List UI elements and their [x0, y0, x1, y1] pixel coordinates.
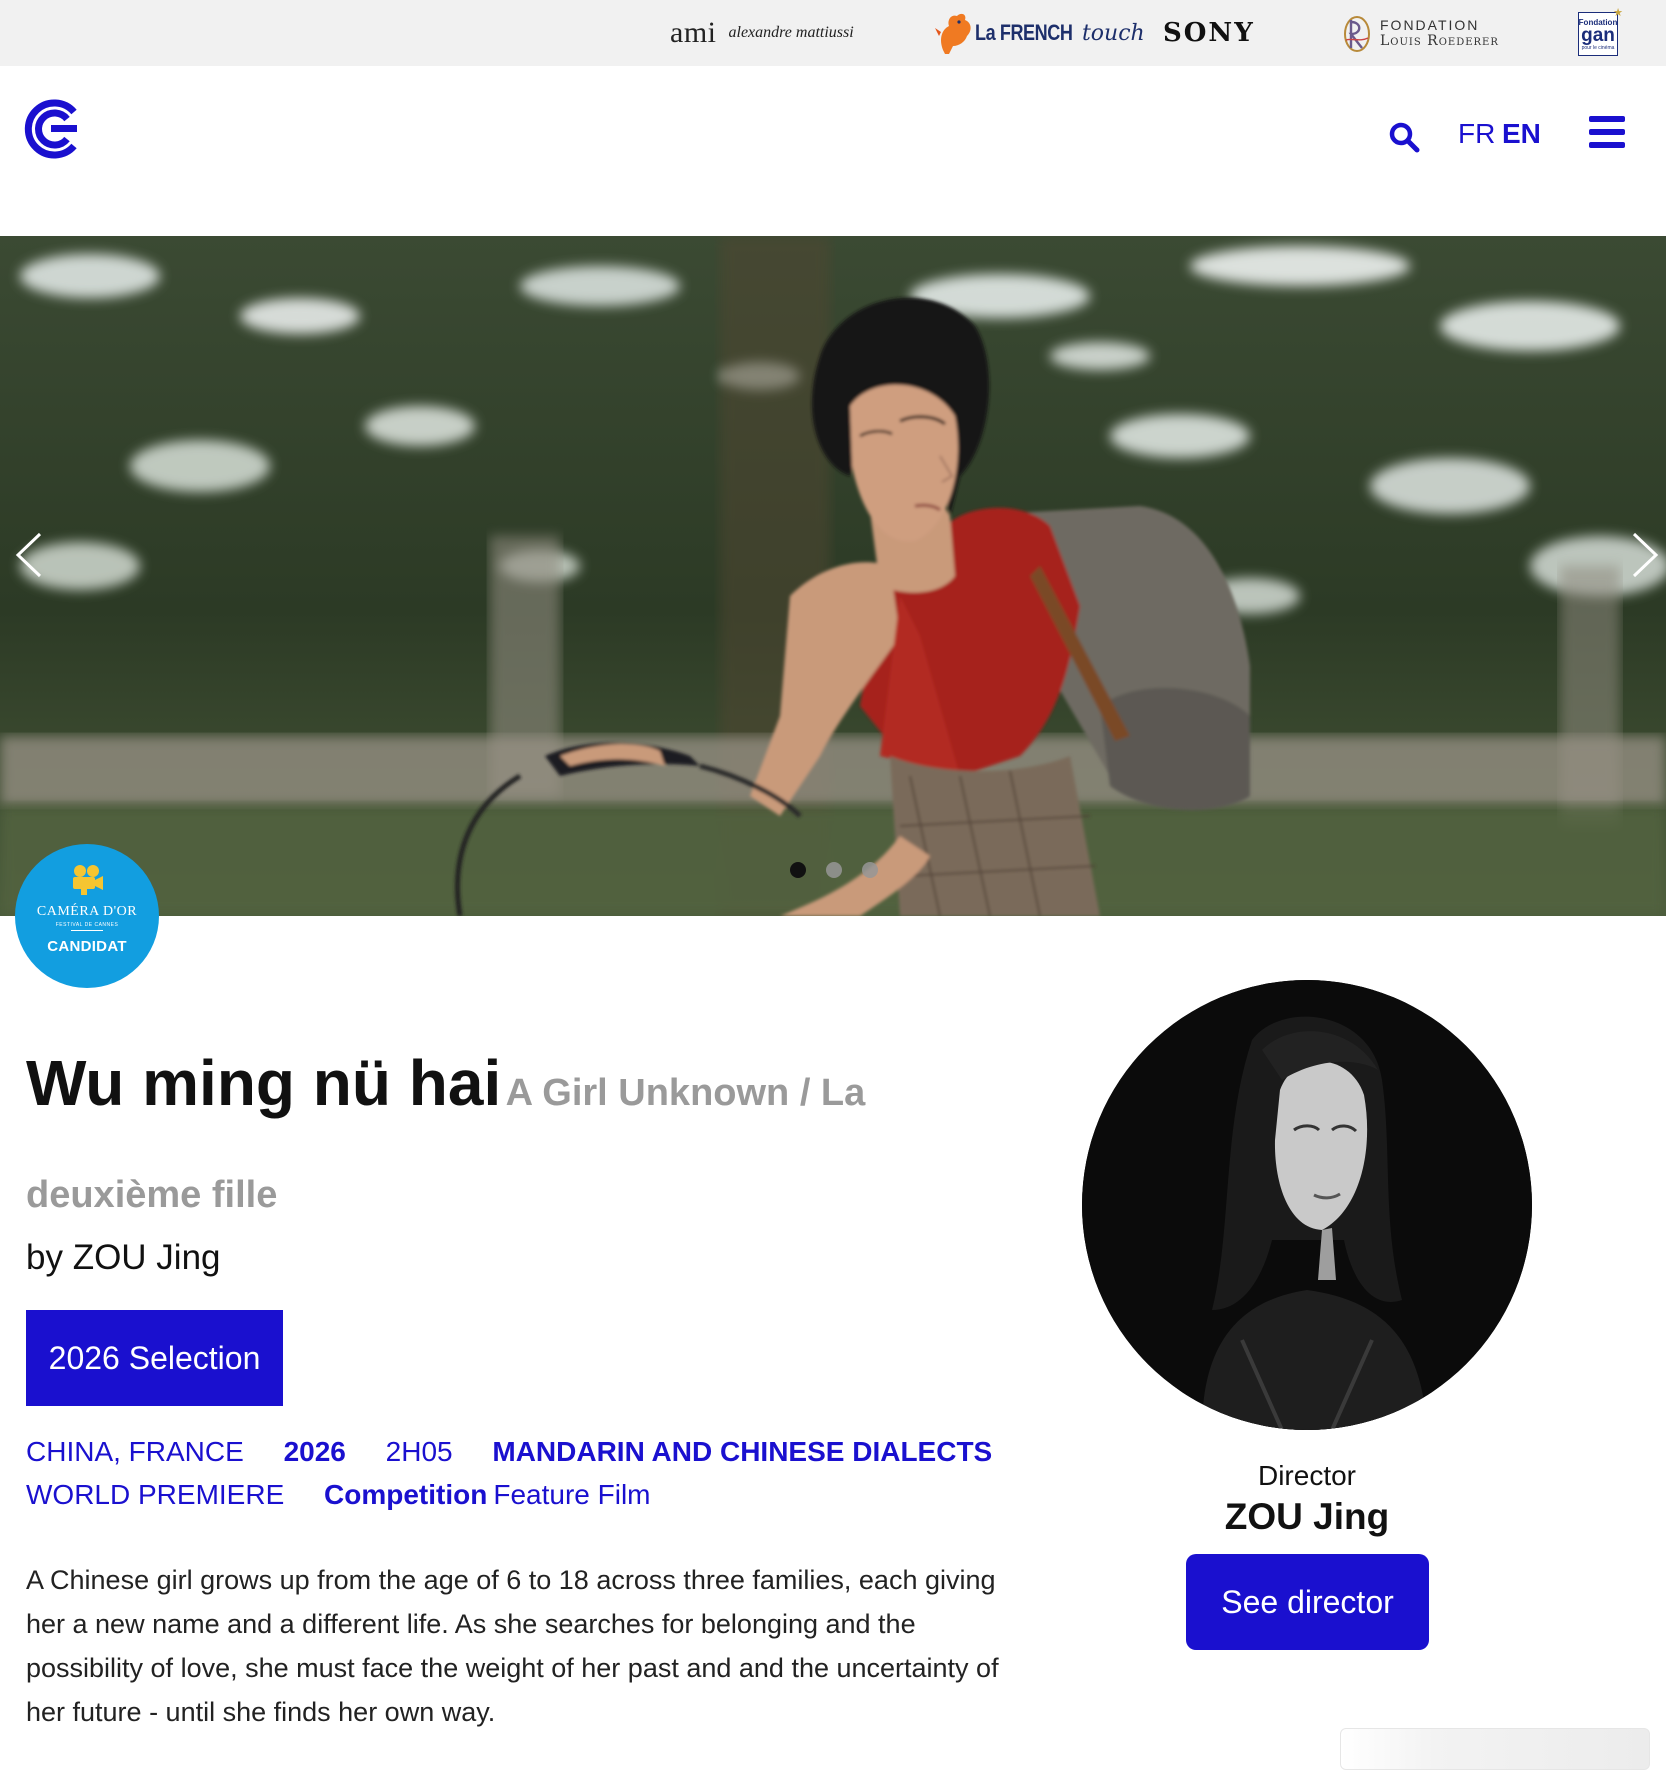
- rooster-icon: [935, 13, 971, 54]
- sponsor-roederer-line1: FONDATION: [1380, 17, 1480, 33]
- menu-bar: [1589, 142, 1625, 148]
- director-portrait-image: [1082, 980, 1532, 1430]
- sponsors-bar: ami alexandre mattiussi La FRENCH touch …: [0, 0, 1666, 66]
- film-premiere[interactable]: WORLD PREMIERE: [26, 1479, 284, 1510]
- director-role-label: Director: [1257, 1460, 1356, 1491]
- badge-subtitle: FESTIVAL DE CANNES: [55, 922, 119, 928]
- sponsor-ami-subtitle: alexandre mattiussi: [728, 24, 854, 41]
- sponsor-ami-logo[interactable]: ami alexandre mattiussi: [670, 0, 854, 66]
- see-director-button[interactable]: See director: [1186, 1554, 1429, 1650]
- film-year[interactable]: 2026: [284, 1436, 346, 1467]
- director-name: ZOU Jing: [1224, 1496, 1390, 1537]
- sponsor-gan-line2: gan: [1581, 24, 1615, 46]
- sponsor-sony-text: SONY: [1163, 18, 1255, 48]
- film-meta-row-1: CHINA, FRANCE 2026 2H05 MANDARIN AND CHI…: [26, 1436, 1024, 1468]
- sponsor-french-touch-text: La FRENCH: [975, 20, 1073, 45]
- sponsor-roederer-line2: Louis Roederer: [1380, 33, 1499, 49]
- chevron-right-icon[interactable]: [1624, 530, 1664, 580]
- director-portrait[interactable]: [1082, 980, 1532, 1430]
- corner-widget[interactable]: [1340, 1728, 1650, 1770]
- sponsor-roederer-logo[interactable]: FONDATION Louis Roederer: [1340, 0, 1499, 66]
- festival-logo-icon[interactable]: [24, 98, 84, 160]
- film-title: Wu ming nü hai: [26, 1047, 502, 1119]
- sponsor-ami-name: ami: [670, 16, 717, 49]
- language-en-link[interactable]: EN: [1502, 118, 1541, 150]
- menu-bar: [1589, 129, 1625, 135]
- star-icon: ★: [1613, 7, 1623, 19]
- sponsor-french-touch-script: touch: [1081, 20, 1145, 46]
- sponsor-french-touch-logo[interactable]: La FRENCH touch: [935, 0, 1145, 66]
- carousel-dot[interactable]: [826, 862, 842, 878]
- film-countries[interactable]: CHINA, FRANCE: [26, 1436, 244, 1467]
- film-languages[interactable]: MANDARIN AND CHINESE DIALECTS: [492, 1436, 992, 1467]
- selection-button[interactable]: 2026 Selection: [26, 1310, 283, 1406]
- badge-divider: [71, 930, 103, 931]
- camera-dor-badge: CAMÉRA D'OR FESTIVAL DE CANNES CANDIDAT: [15, 844, 159, 988]
- hero-film-still: [0, 236, 1666, 916]
- badge-title: CAMÉRA D'OR: [36, 904, 138, 919]
- carousel-dot[interactable]: [790, 862, 806, 878]
- film-category: Feature Film: [493, 1479, 651, 1510]
- carousel-dots: [790, 862, 878, 878]
- chevron-left-icon[interactable]: [10, 530, 50, 580]
- film-synopsis: A Chinese girl grows up from the age of …: [26, 1565, 999, 1727]
- film-meta-row-2: WORLD PREMIERE Competition Feature Film: [26, 1479, 683, 1511]
- sponsor-gan-line3: pour le cinéma: [1581, 44, 1615, 51]
- carousel-dot[interactable]: [862, 862, 878, 878]
- sponsor-sony-logo[interactable]: SONY: [1163, 0, 1255, 66]
- menu-bar: [1589, 116, 1625, 122]
- hamburger-menu-icon[interactable]: [1589, 116, 1625, 148]
- film-duration: 2H05: [385, 1436, 453, 1467]
- film-section[interactable]: Competition: [324, 1479, 487, 1510]
- roederer-monogram-icon: [1344, 16, 1370, 52]
- camera-icon: [73, 865, 103, 895]
- language-fr-link[interactable]: FR: [1458, 118, 1495, 150]
- badge-status: CANDIDAT: [47, 938, 127, 955]
- film-still-image: [0, 236, 1666, 916]
- film-title-block: Wu ming nü hai A Girl Unknown / La deuxi…: [26, 1036, 896, 1250]
- search-icon[interactable]: [1388, 121, 1420, 153]
- sponsor-gan-logo[interactable]: ★ Fondation gan pour le cinéma: [1578, 7, 1623, 56]
- film-byline: by ZOU Jing: [26, 1238, 221, 1277]
